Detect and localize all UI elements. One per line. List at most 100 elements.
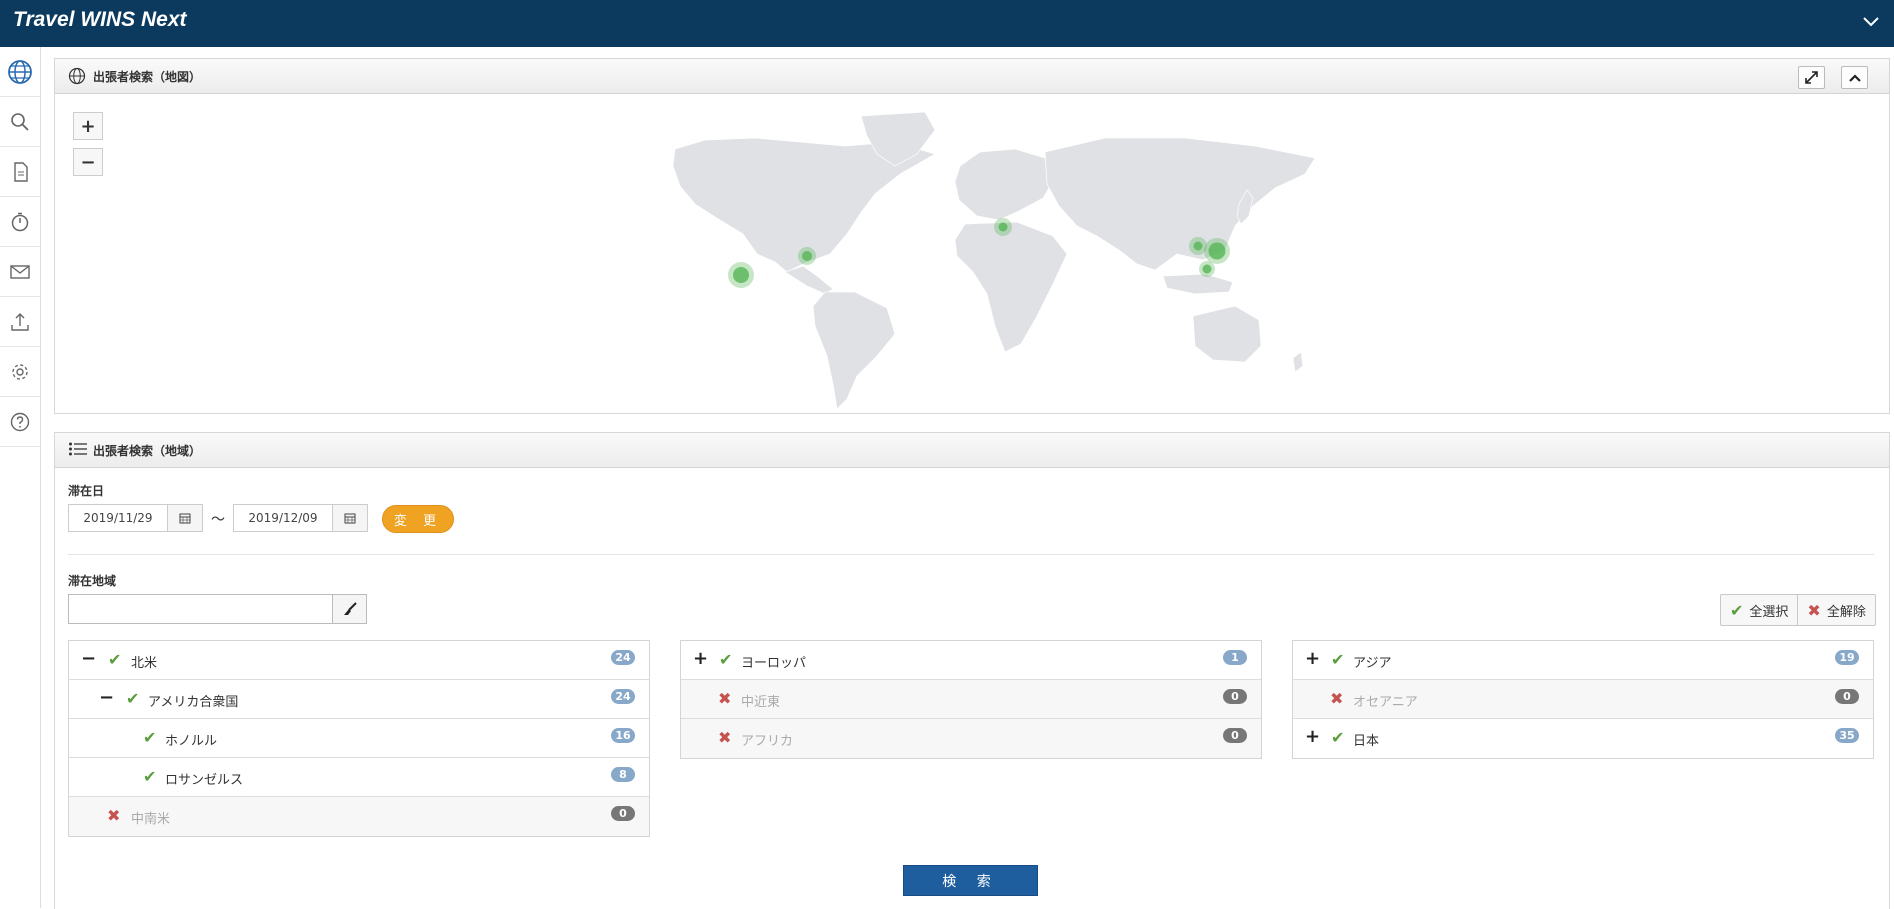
landmass-europe [954, 148, 1056, 221]
list-icon [68, 441, 88, 461]
sidebar-item-help[interactable] [0, 397, 40, 447]
tree-row-los-angeles[interactable]: ✔ ロサンゼルス 8 [69, 758, 649, 797]
tree-row-honolulu[interactable]: ✔ ホノルル 16 [69, 719, 649, 758]
cross-icon[interactable]: ✖ [718, 728, 731, 747]
check-icon: ✔ [1730, 600, 1744, 620]
gear-icon [12, 363, 28, 380]
calendar-icon[interactable] [333, 505, 367, 531]
map-marker-japan[interactable] [1208, 242, 1226, 260]
selection-button-group: ✔ 全選択 ✖ 全解除 [1720, 594, 1876, 626]
tree-row-europe[interactable]: + ✔ ヨーロッパ 1 [681, 641, 1261, 680]
map-panel-header: 出張者検索（地図） [55, 59, 1889, 94]
check-icon[interactable]: ✔ [143, 728, 156, 747]
upload-icon [11, 312, 29, 331]
region-filter-input[interactable] [68, 594, 333, 624]
tree-row-usa[interactable]: − ✔ アメリカ合衆国 24 [69, 680, 649, 719]
landmass-asia [1044, 137, 1316, 271]
count-badge: 24 [611, 689, 635, 704]
tree-row-label: 北米 [131, 656, 158, 671]
check-icon[interactable]: ✔ [719, 650, 732, 669]
select-all-button[interactable]: ✔ 全選択 [1721, 595, 1797, 625]
landmass-africa [954, 221, 1068, 353]
count-badge: 24 [611, 650, 635, 665]
map-marker-beijing[interactable] [1193, 241, 1203, 251]
tree-row-north-america[interactable]: − ✔ 北米 24 [69, 641, 649, 680]
sidebar [0, 47, 41, 908]
sidebar-item-timer[interactable] [0, 197, 40, 247]
help-icon [10, 412, 30, 431]
cross-icon[interactable]: ✖ [107, 806, 120, 825]
section-divider [68, 554, 1874, 555]
change-button[interactable]: 変 更 [382, 505, 454, 533]
map-panel-title: 出張者検索（地図） [93, 70, 202, 84]
sidebar-item-mail[interactable] [0, 247, 40, 297]
landmass-australia [1192, 305, 1262, 363]
check-icon[interactable]: ✔ [108, 650, 121, 669]
calendar-icon[interactable] [168, 505, 202, 531]
timer-icon [11, 212, 29, 231]
deselect-all-button[interactable]: ✖ 全解除 [1797, 595, 1874, 625]
tree-row-asia[interactable]: + ✔ アジア 19 [1293, 641, 1873, 680]
count-badge: 16 [611, 728, 635, 743]
sidebar-item-document[interactable] [0, 147, 40, 197]
map-marker-europe[interactable] [998, 222, 1008, 232]
check-icon[interactable]: ✔ [1331, 650, 1344, 669]
map-marker-shanghai[interactable] [1202, 264, 1212, 274]
tree-row-latin-america[interactable]: ✖ 中南米 0 [69, 797, 649, 836]
expand-toggle-icon[interactable]: + [1305, 726, 1320, 747]
sidebar-item-settings[interactable] [0, 347, 40, 397]
deselect-all-label: 全解除 [1826, 604, 1866, 620]
date-from-field[interactable]: 2019/11/29 [68, 504, 203, 532]
clear-filter-button[interactable] [332, 594, 367, 624]
landmass-central-america [784, 265, 834, 295]
tree-row-label: 中南米 [131, 812, 171, 827]
globe-icon [8, 59, 32, 84]
world-map[interactable] [55, 94, 1889, 412]
stay-date-label: 滞在日 [68, 484, 105, 498]
tree-row-oceania[interactable]: ✖ オセアニア 0 [1293, 680, 1873, 719]
tree-row-middle-east[interactable]: ✖ 中近東 0 [681, 680, 1261, 719]
date-from-value[interactable]: 2019/11/29 [69, 505, 168, 531]
search-button[interactable]: 検 索 [903, 865, 1038, 896]
tree-row-label: 日本 [1353, 734, 1380, 749]
check-icon[interactable]: ✔ [143, 767, 156, 786]
count-badge: 1 [1223, 650, 1247, 665]
map-marker-honolulu[interactable] [733, 267, 749, 283]
expand-toggle-icon[interactable]: + [1305, 648, 1320, 669]
sidebar-item-search[interactable] [0, 97, 40, 147]
map-marker-los-angeles[interactable] [802, 251, 812, 261]
tree-row-label: オセアニア [1353, 695, 1418, 710]
region-panel-title: 出張者検索（地域） [93, 444, 202, 458]
landmass-indonesia [1162, 273, 1234, 295]
sidebar-item-upload[interactable] [0, 297, 40, 347]
region-panel-header: 出張者検索（地域） [55, 433, 1889, 468]
date-to-field[interactable]: 2019/12/09 [233, 504, 368, 532]
tree-row-japan[interactable]: + ✔ 日本 35 [1293, 719, 1873, 758]
check-icon[interactable]: ✔ [1331, 728, 1344, 747]
document-icon [14, 161, 28, 182]
collapse-toggle-icon[interactable]: − [81, 648, 96, 669]
cross-icon[interactable]: ✖ [1330, 689, 1343, 708]
count-badge: 8 [611, 767, 635, 782]
tree-row-label: アジア [1353, 656, 1392, 671]
app-title: Travel WINS Next [13, 8, 187, 31]
sidebar-item-map[interactable] [0, 47, 40, 97]
region-tree-europe: + ✔ ヨーロッパ 1 ✖ 中近東 0 ✖ アフリカ 0 [680, 640, 1262, 759]
expand-button[interactable] [1798, 66, 1825, 89]
collapse-toggle-icon[interactable]: − [99, 687, 114, 708]
count-badge: 19 [1835, 650, 1859, 665]
collapse-button[interactable] [1841, 66, 1868, 89]
count-badge: 35 [1835, 728, 1859, 743]
chevron-down-icon[interactable] [1862, 12, 1880, 33]
expand-toggle-icon[interactable]: + [693, 648, 708, 669]
tree-row-africa[interactable]: ✖ アフリカ 0 [681, 719, 1261, 758]
tree-row-label: ホノルル [165, 734, 218, 749]
cross-icon[interactable]: ✖ [718, 689, 731, 708]
stay-region-label: 滞在地域 [68, 574, 117, 588]
map-panel: 出張者検索（地図） + − [54, 58, 1890, 414]
select-all-label: 全選択 [1749, 604, 1789, 620]
date-to-value[interactable]: 2019/12/09 [234, 505, 333, 531]
check-icon[interactable]: ✔ [126, 689, 139, 708]
count-badge: 0 [1223, 728, 1247, 743]
count-badge: 0 [611, 806, 635, 821]
